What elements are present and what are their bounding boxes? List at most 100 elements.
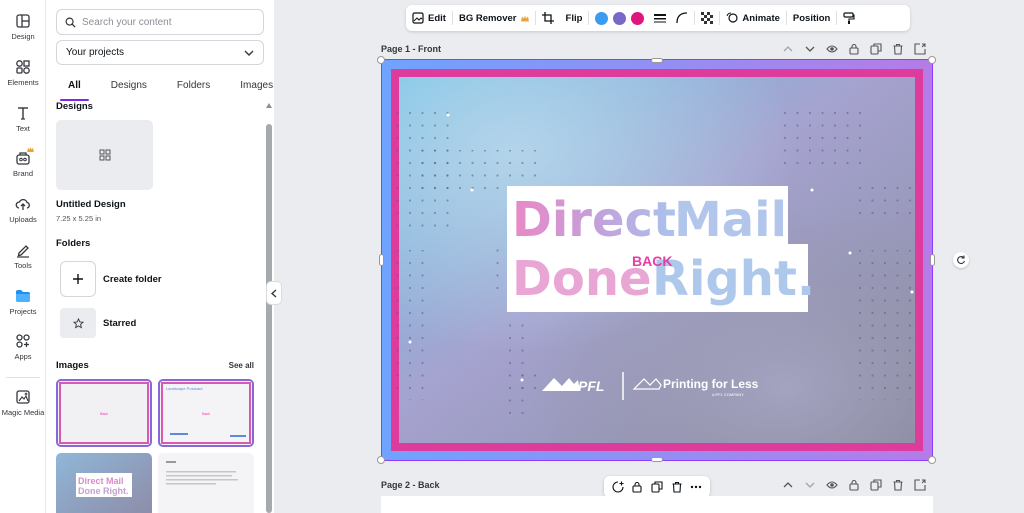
chevron-left-icon [271, 288, 277, 298]
color-swatch-blue[interactable] [595, 11, 609, 25]
rail-item-projects[interactable]: Projects [0, 287, 46, 316]
image-thumbnail[interactable] [158, 453, 254, 513]
resize-handle-top-left[interactable] [377, 56, 385, 64]
rotate-button[interactable] [953, 252, 969, 268]
corner-rounding-button[interactable] [676, 12, 688, 24]
position-button[interactable]: Position [793, 13, 830, 24]
designs-section-title: Designs [56, 101, 93, 112]
layout-icon [16, 14, 30, 28]
resize-handle-top[interactable] [651, 58, 663, 63]
page1-label: Page 1 - Front [381, 44, 442, 54]
image-thumbnail[interactable]: Direct Mail Done Right. [56, 453, 152, 513]
image-thumbnail[interactable]: Back [56, 379, 152, 447]
image-edit-icon [412, 12, 424, 24]
duplicate-icon[interactable] [870, 43, 882, 55]
resize-handle-bottom-left[interactable] [377, 456, 385, 464]
rail-label: Apps [14, 352, 32, 361]
tab-designs[interactable]: Designs [111, 80, 147, 100]
color-swatch-pink[interactable] [631, 11, 645, 25]
rail-label: Tools [14, 261, 32, 270]
page2-canvas[interactable] [381, 496, 933, 513]
logo-pfl: PFL [578, 378, 604, 394]
trash-icon[interactable] [892, 43, 904, 55]
projects-filter-select[interactable]: Your projects [56, 40, 264, 65]
add-page-icon[interactable] [914, 43, 926, 55]
rail-item-apps[interactable]: Apps [0, 333, 46, 361]
copy-style-button[interactable] [843, 12, 855, 24]
more-icon[interactable] [690, 481, 702, 493]
animate-button[interactable]: Animate [726, 12, 780, 24]
flip-label: Flip [565, 12, 583, 24]
duplicate-icon[interactable] [651, 481, 663, 493]
tab-images[interactable]: Images [240, 80, 273, 100]
lock-icon[interactable] [848, 43, 860, 55]
create-folder-button[interactable]: Create folder [60, 261, 162, 297]
color-swatch-purple[interactable] [613, 11, 627, 25]
resize-handle-bottom-right[interactable] [928, 456, 936, 464]
rail-item-magic-media[interactable]: Magic Media [0, 389, 46, 417]
border-style-button[interactable] [654, 12, 667, 24]
starred-folder[interactable]: Starred [60, 308, 136, 338]
edit-image-button[interactable]: Edit [412, 12, 446, 24]
postcard-template-preview: Landscape Postcard Back [160, 381, 252, 445]
crop-button[interactable] [541, 12, 554, 24]
design-thumbnail[interactable] [56, 120, 153, 190]
trash-icon[interactable] [892, 479, 904, 491]
rail-item-uploads[interactable]: Uploads [0, 196, 46, 224]
color-swatches [595, 11, 645, 25]
rotate-icon [957, 255, 966, 265]
scroll-up-arrow[interactable] [266, 103, 272, 108]
plus-icon [73, 274, 83, 284]
rail-label: Magic Media [1, 408, 45, 417]
chevron-up-icon[interactable] [782, 43, 794, 55]
lock-icon[interactable] [631, 481, 643, 493]
tab-folders[interactable]: Folders [177, 80, 210, 100]
scrollbar-thumb[interactable] [266, 124, 272, 513]
panel-scroll-area[interactable]: Designs Untitled Design 7.25 x 5.25 in F… [46, 100, 274, 513]
animate-label: Animate [742, 12, 780, 24]
duplicate-icon[interactable] [870, 479, 882, 491]
see-all-link[interactable]: See all [229, 361, 254, 370]
toolbar-divider [785, 11, 787, 25]
resize-handle-bottom[interactable] [651, 457, 663, 462]
thumb-line1: Direct Mail [78, 476, 124, 486]
lock-icon[interactable] [848, 479, 860, 491]
collapse-panel-button[interactable] [266, 281, 282, 305]
postcard-back-preview: Back [58, 381, 150, 445]
page2-label: Page 2 - Back [381, 480, 440, 490]
eye-icon[interactable] [826, 43, 838, 55]
rail-item-tools[interactable]: Tools [0, 242, 46, 270]
rail-item-elements[interactable]: Elements [0, 59, 46, 87]
rail-item-design[interactable]: Design [0, 13, 46, 41]
image-thumbnail[interactable]: Landscape Postcard Back [158, 379, 254, 447]
add-page-icon[interactable] [914, 479, 926, 491]
search-box[interactable] [56, 9, 264, 35]
trash-icon[interactable] [671, 481, 683, 493]
thumb-line2: Done Right. [78, 486, 129, 496]
flip-button[interactable]: Flip [566, 13, 583, 24]
shapes-icon [16, 60, 30, 74]
brand-icon [16, 152, 30, 165]
chevron-down-icon[interactable] [804, 479, 816, 491]
rail-item-brand[interactable]: Brand [0, 147, 46, 178]
logo-printing-for-less: Printing for Less [663, 377, 759, 391]
rail-item-text[interactable]: Text [0, 105, 46, 133]
bg-remover-button[interactable]: BG Remover [459, 13, 529, 24]
postcard-front-preview: Direct Mail Done Right. [56, 453, 152, 513]
postcard-front-artwork: Direct Mail Done Right. BACK PFL Printin… [382, 60, 932, 460]
upload-icon [15, 198, 30, 210]
chevron-up-icon[interactable] [782, 479, 794, 491]
search-icon [65, 17, 76, 28]
chevron-down-icon[interactable] [804, 43, 816, 55]
comment-add-icon[interactable] [612, 481, 624, 493]
search-input[interactable] [82, 16, 252, 28]
transparency-button[interactable] [701, 12, 714, 24]
resize-handle-left[interactable] [379, 254, 384, 266]
eye-icon[interactable] [826, 479, 838, 491]
resize-handle-top-right[interactable] [928, 56, 936, 64]
tab-all[interactable]: All [60, 80, 89, 101]
design-name[interactable]: Untitled Design [56, 199, 126, 210]
resize-handle-right[interactable] [930, 254, 935, 266]
rail-label: Brand [12, 169, 33, 178]
design-canvas[interactable]: Direct Mail Done Right. BACK PFL Printin… [382, 60, 932, 460]
